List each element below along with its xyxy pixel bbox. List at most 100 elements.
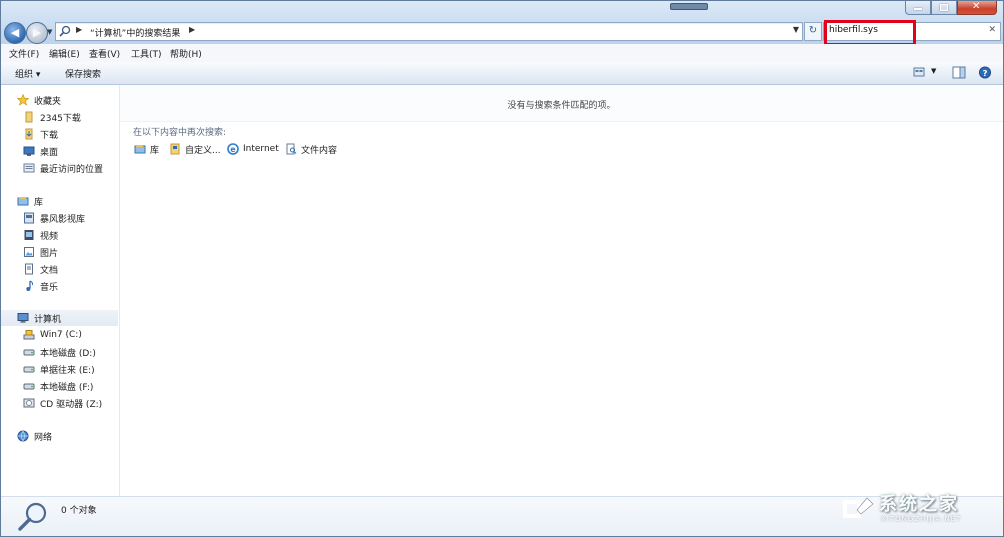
explorer-window: ◀ ▶ ▼ ▶ “计算机”中的搜索结果 ▶ ▼ ↻ hiberfil.sys ✕… bbox=[0, 0, 1004, 537]
navigation-pane: 收藏夹 2345下载 下载 桌面 最近访问的位置 库 暴风影视库 视频 图片 文… bbox=[1, 85, 120, 496]
nav-label: 视频 bbox=[40, 231, 59, 242]
back-arrow-icon: ◀ bbox=[10, 26, 20, 39]
nav-item-recent-places[interactable]: 最近访问的位置 bbox=[23, 160, 103, 176]
computer-icon bbox=[17, 313, 29, 323]
svg-text:?: ? bbox=[983, 68, 988, 78]
nav-item-pictures[interactable]: 图片 bbox=[23, 244, 58, 260]
location-label: Internet bbox=[243, 144, 279, 154]
search-magnifier-icon bbox=[18, 502, 47, 531]
search-again-libraries[interactable]: 库 bbox=[134, 142, 159, 156]
search-again-internet[interactable]: e Internet bbox=[227, 142, 279, 156]
nav-drive-z[interactable]: CD 驱动器 (Z:) bbox=[23, 395, 102, 411]
network-icon bbox=[17, 430, 29, 442]
file-contents-icon bbox=[286, 143, 297, 155]
help-icon[interactable]: ? bbox=[978, 66, 992, 79]
nav-item-music[interactable]: 音乐 bbox=[23, 278, 58, 294]
preview-pane-icon[interactable] bbox=[952, 66, 966, 79]
nav-drive-e[interactable]: 单据往来 (E:) bbox=[23, 361, 95, 377]
address-bar[interactable]: ▶ “计算机”中的搜索结果 ▶ ▼ bbox=[55, 22, 803, 41]
nav-computer[interactable]: 计算机 bbox=[1, 310, 118, 326]
nav-label: 图片 bbox=[40, 248, 59, 259]
nav-label: 本地磁盘 (F:) bbox=[40, 382, 94, 393]
forward-button[interactable]: ▶ bbox=[26, 22, 48, 44]
nav-network[interactable]: 网络 bbox=[17, 428, 52, 444]
window-drag-handle[interactable] bbox=[670, 3, 708, 10]
watermark-subtext: XITONGZHIJIA.NET bbox=[881, 515, 962, 523]
save-search-button[interactable]: 保存搜索 bbox=[65, 67, 101, 80]
refresh-button[interactable]: ↻ bbox=[804, 22, 822, 41]
hard-drive-icon bbox=[23, 383, 35, 390]
svg-text:e: e bbox=[230, 145, 236, 154]
nav-label: Win7 (C:) bbox=[40, 330, 82, 340]
music-icon bbox=[26, 280, 34, 291]
change-view-icon[interactable] bbox=[913, 66, 927, 79]
address-path[interactable]: “计算机”中的搜索结果 bbox=[90, 26, 180, 39]
nav-item-videos[interactable]: 视频 bbox=[23, 227, 58, 243]
nav-item-downloads[interactable]: 下载 bbox=[23, 126, 58, 142]
menu-help[interactable]: 帮助(H) bbox=[170, 47, 202, 60]
menu-view[interactable]: 查看(V) bbox=[89, 47, 120, 60]
close-button[interactable] bbox=[957, 1, 997, 15]
nav-drive-d[interactable]: 本地磁盘 (D:) bbox=[23, 344, 96, 360]
nav-label: 2345下载 bbox=[40, 113, 81, 124]
refresh-icon: ↻ bbox=[808, 25, 818, 36]
nav-label: 音乐 bbox=[40, 282, 59, 293]
folder-icon bbox=[25, 111, 33, 123]
watermark-text: 系统之家 bbox=[879, 494, 959, 515]
command-bar: 组织 ▾ 保存搜索 ▼ ? bbox=[1, 62, 1003, 85]
nav-label: 库 bbox=[34, 197, 44, 208]
nav-label: 暴风影视库 bbox=[40, 214, 86, 225]
site-watermark: 系统之家 XITONGZHIJIA.NET bbox=[839, 488, 999, 534]
breadcrumb-chevron-icon[interactable]: ▶ bbox=[189, 25, 195, 34]
nav-libraries[interactable]: 库 bbox=[17, 193, 43, 209]
location-label: 文件内容 bbox=[301, 145, 338, 156]
nav-label: 收藏夹 bbox=[34, 96, 62, 107]
media-library-icon bbox=[24, 212, 34, 224]
forward-arrow-icon: ▶ bbox=[32, 26, 42, 39]
menu-edit[interactable]: 编辑(E) bbox=[49, 47, 80, 60]
organize-button[interactable]: 组织 ▾ bbox=[15, 67, 40, 80]
nav-label: 单据往来 (E:) bbox=[40, 365, 95, 376]
address-dropdown-icon[interactable]: ▼ bbox=[793, 25, 799, 34]
watermark-logo-icon bbox=[843, 497, 874, 518]
system-drive-icon bbox=[23, 330, 35, 340]
downloads-folder-icon bbox=[25, 128, 33, 140]
menu-file[interactable]: 文件(F) bbox=[9, 47, 39, 60]
libraries-icon bbox=[17, 197, 29, 206]
libraries-icon bbox=[134, 145, 146, 154]
location-label: 自定义... bbox=[185, 145, 221, 156]
back-button[interactable]: ◀ bbox=[4, 22, 26, 44]
search-highlight-box bbox=[824, 20, 916, 46]
search-again-label: 在以下内容中再次搜索: bbox=[133, 128, 227, 138]
pictures-icon bbox=[24, 247, 34, 257]
nav-label: 最近访问的位置 bbox=[40, 164, 104, 175]
nav-label: 下载 bbox=[40, 130, 59, 141]
item-count: 0 个对象 bbox=[61, 506, 97, 516]
nav-drive-c[interactable]: Win7 (C:) bbox=[23, 327, 82, 343]
minimize-button[interactable] bbox=[905, 1, 931, 15]
nav-drive-f[interactable]: 本地磁盘 (F:) bbox=[23, 378, 93, 394]
search-folder-icon bbox=[59, 25, 71, 37]
nav-favorites[interactable]: 收藏夹 bbox=[17, 92, 61, 108]
recent-pages-dropdown[interactable]: ▼ bbox=[47, 28, 52, 36]
menu-tools[interactable]: 工具(T) bbox=[131, 47, 162, 60]
nav-item-desktop[interactable]: 桌面 bbox=[23, 143, 58, 159]
clear-search-icon[interactable]: ✕ bbox=[988, 25, 996, 35]
nav-label: 本地磁盘 (D:) bbox=[40, 348, 96, 359]
desktop-icon bbox=[23, 146, 35, 156]
star-icon bbox=[17, 94, 29, 106]
nav-item-2345-downloads[interactable]: 2345下载 bbox=[23, 109, 81, 125]
nav-item-baofeng-library[interactable]: 暴风影视库 bbox=[23, 210, 85, 226]
breadcrumb-chevron-icon[interactable]: ▶ bbox=[76, 25, 82, 34]
view-dropdown-icon[interactable]: ▼ bbox=[931, 67, 936, 75]
documents-icon bbox=[25, 263, 33, 275]
search-again-custom[interactable]: 自定义... bbox=[169, 142, 221, 156]
nav-label: CD 驱动器 (Z:) bbox=[40, 399, 103, 410]
search-again-file-contents[interactable]: 文件内容 bbox=[285, 142, 337, 156]
no-results-banner: 没有与搜索条件匹配的项。 bbox=[120, 85, 1003, 122]
nav-label: 计算机 bbox=[34, 314, 62, 325]
nav-item-documents[interactable]: 文档 bbox=[23, 261, 58, 277]
hard-drive-icon bbox=[23, 349, 35, 356]
maximize-button[interactable] bbox=[931, 1, 957, 15]
no-results-message: 没有与搜索条件匹配的项。 bbox=[507, 101, 616, 111]
